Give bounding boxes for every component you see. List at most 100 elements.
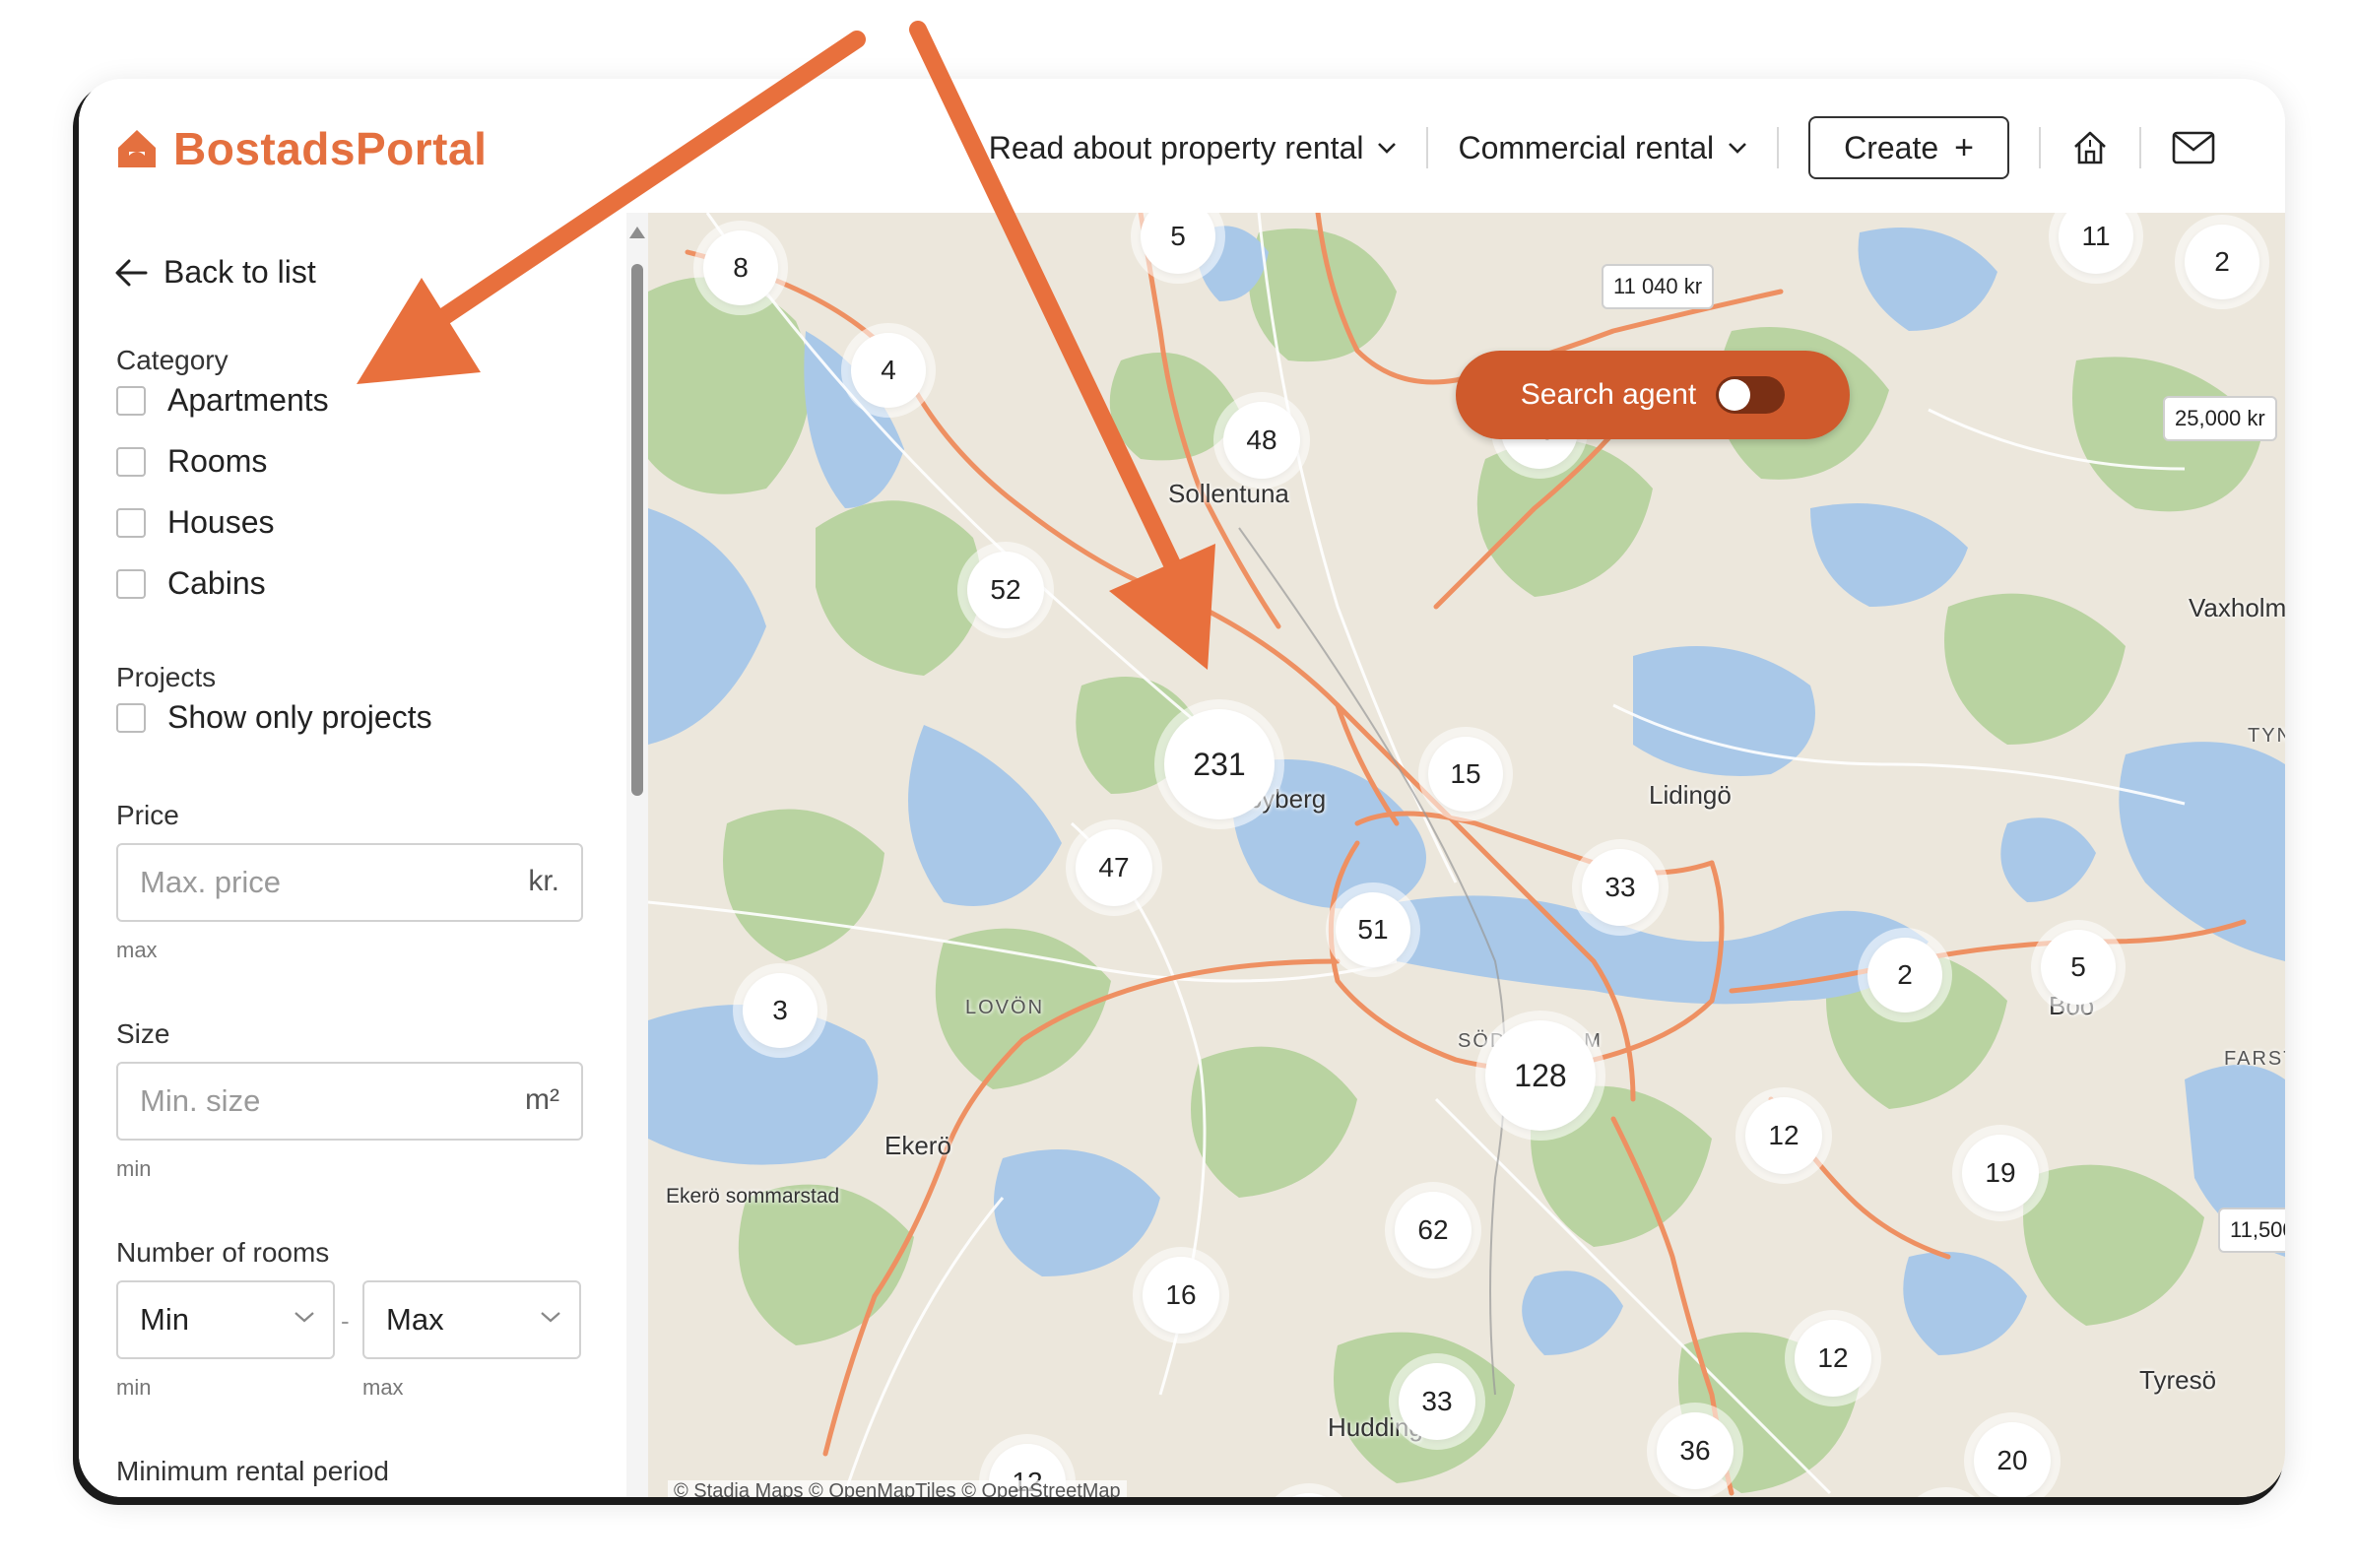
select-value: Max — [386, 1302, 444, 1337]
checkbox[interactable] — [116, 446, 146, 477]
chevron-down-icon — [541, 1312, 560, 1323]
place-label: Sollentuna — [1168, 479, 1289, 508]
listing-cluster[interactable]: 12 — [1795, 1320, 1871, 1397]
checkbox-label: Houses — [167, 504, 275, 540]
home-icon — [2074, 131, 2106, 164]
brand-logo[interactable]: BostadsPortal — [114, 114, 487, 183]
place-label: Vaxholm — [2189, 593, 2285, 622]
chevron-down-icon — [294, 1312, 314, 1323]
checkbox-label: Show only projects — [167, 699, 432, 735]
rooms-max-hint: max — [362, 1375, 404, 1400]
listing-cluster[interactable]: 3 — [743, 973, 818, 1048]
rental-period-heading: Minimum rental period — [116, 1456, 389, 1486]
messages-button[interactable] — [2141, 130, 2246, 165]
place-label: Ekerö sommarstad — [666, 1185, 840, 1208]
rooms-min-select[interactable]: Min — [116, 1280, 335, 1359]
map-view[interactable]: Sollentuna Sundbyberg Lidingö Vaxholm LO… — [648, 213, 2285, 1497]
main-nav: Read about property rental Commercial re… — [959, 116, 2246, 179]
scroll-up-arrow-icon[interactable] — [629, 227, 645, 238]
rooms-max-select[interactable]: Max — [362, 1280, 581, 1359]
listing-cluster[interactable]: 128 — [1485, 1020, 1596, 1131]
category-houses[interactable]: Houses — [116, 504, 275, 541]
checkbox[interactable] — [116, 507, 146, 538]
nav-divider — [1777, 127, 1780, 168]
price-hint: max — [116, 938, 158, 962]
listing-cluster[interactable]: 52 — [967, 552, 1044, 628]
input-placeholder: Max. price — [140, 865, 281, 899]
category-rooms[interactable]: Rooms — [116, 443, 267, 480]
place-label: TYN — [2248, 725, 2285, 747]
min-size-input[interactable]: Min. size m² — [116, 1062, 583, 1141]
logo-text: BostadsPortal — [173, 123, 488, 174]
scrollbar-thumb[interactable] — [631, 264, 643, 796]
my-home-button[interactable] — [2041, 128, 2139, 167]
category-heading: Category — [116, 345, 229, 375]
checkbox[interactable] — [116, 568, 146, 599]
size-heading: Size — [116, 1018, 170, 1049]
listing-cluster[interactable]: 8 — [703, 230, 778, 305]
house-logo-icon — [118, 130, 156, 167]
nav-commercial-rental[interactable]: Commercial rental — [1428, 130, 1777, 166]
listing-cluster[interactable]: 5 — [2041, 930, 2116, 1005]
show-only-projects[interactable]: Show only projects — [116, 699, 432, 736]
listing-cluster[interactable]: 20 — [1974, 1422, 2051, 1497]
place-label: FARST — [2224, 1048, 2285, 1070]
chevron-down-icon — [1378, 143, 1397, 154]
input-unit: m² — [525, 1083, 559, 1116]
range-dash: - — [341, 1306, 350, 1336]
checkbox-label: Cabins — [167, 565, 266, 601]
filter-sidebar: Back to list Category Apartments Rooms H… — [79, 213, 648, 1497]
checkbox[interactable] — [116, 385, 146, 416]
input-placeholder: Min. size — [140, 1083, 261, 1118]
place-label: Tyresö — [2139, 1365, 2217, 1395]
listing-cluster[interactable]: 47 — [1076, 829, 1152, 906]
nav-label: Read about property rental — [988, 129, 1364, 165]
search-agent-label: Search agent — [1520, 378, 1697, 411]
input-unit: kr. — [528, 865, 559, 897]
projects-heading: Projects — [116, 662, 217, 692]
map-attribution: © Stadia Maps © OpenMapTiles © OpenStree… — [668, 1480, 1127, 1497]
create-button[interactable]: Create + — [1808, 116, 2009, 179]
nav-read-about-rental[interactable]: Read about property rental — [959, 130, 1427, 166]
listing-cluster[interactable]: 51 — [1336, 892, 1410, 967]
category-apartments[interactable]: Apartments — [116, 382, 329, 419]
checkbox[interactable] — [116, 702, 146, 733]
price-marker[interactable]: 25,000 kr — [2163, 396, 2277, 441]
place-label: Lidingö — [1649, 780, 1732, 810]
search-agent-toggle[interactable]: Search agent — [1456, 351, 1850, 439]
listing-cluster[interactable]: 12 — [1745, 1097, 1822, 1174]
arrow-left-icon — [115, 259, 148, 286]
listing-cluster[interactable]: 33 — [1582, 849, 1659, 926]
size-hint: min — [116, 1156, 152, 1181]
category-cabins[interactable]: Cabins — [116, 565, 266, 602]
listing-cluster[interactable]: 16 — [1143, 1257, 1219, 1334]
price-marker[interactable]: 11 040 kr — [1602, 264, 1715, 309]
create-label: Create — [1844, 129, 1939, 165]
listing-cluster[interactable]: 231 — [1164, 709, 1275, 819]
toggle-switch[interactable] — [1716, 376, 1786, 414]
top-header: BostadsPortal Read about property rental… — [79, 79, 2285, 213]
select-value: Min — [140, 1302, 189, 1337]
listing-cluster[interactable]: 2 — [1867, 938, 1942, 1013]
place-label: Ekerö — [884, 1131, 951, 1160]
listing-cluster[interactable]: 15 — [1428, 737, 1503, 812]
chevron-down-icon — [1729, 143, 1747, 154]
listing-cluster[interactable]: 48 — [1223, 402, 1300, 479]
toggle-knob — [1719, 379, 1751, 411]
rooms-heading: Number of rooms — [116, 1237, 330, 1268]
rooms-min-hint: min — [116, 1375, 152, 1400]
listing-cluster[interactable]: 62 — [1395, 1192, 1472, 1269]
listing-cluster[interactable]: 2 — [2185, 225, 2259, 299]
place-label: LOVÖN — [965, 997, 1045, 1018]
price-marker[interactable]: 11,500 kr — [2218, 1208, 2285, 1253]
price-heading: Price — [116, 800, 179, 830]
nav-label: Commercial rental — [1458, 129, 1715, 165]
app-window: BostadsPortal Read about property rental… — [79, 79, 2285, 1497]
listing-cluster[interactable]: 36 — [1657, 1412, 1734, 1489]
max-price-input[interactable]: Max. price kr. — [116, 843, 583, 922]
listing-cluster[interactable]: 19 — [1962, 1135, 2039, 1211]
back-to-list-button[interactable]: Back to list — [114, 254, 316, 291]
listing-cluster[interactable]: 4 — [851, 333, 926, 408]
checkbox-label: Rooms — [167, 443, 268, 479]
listing-cluster[interactable]: 33 — [1399, 1363, 1475, 1440]
